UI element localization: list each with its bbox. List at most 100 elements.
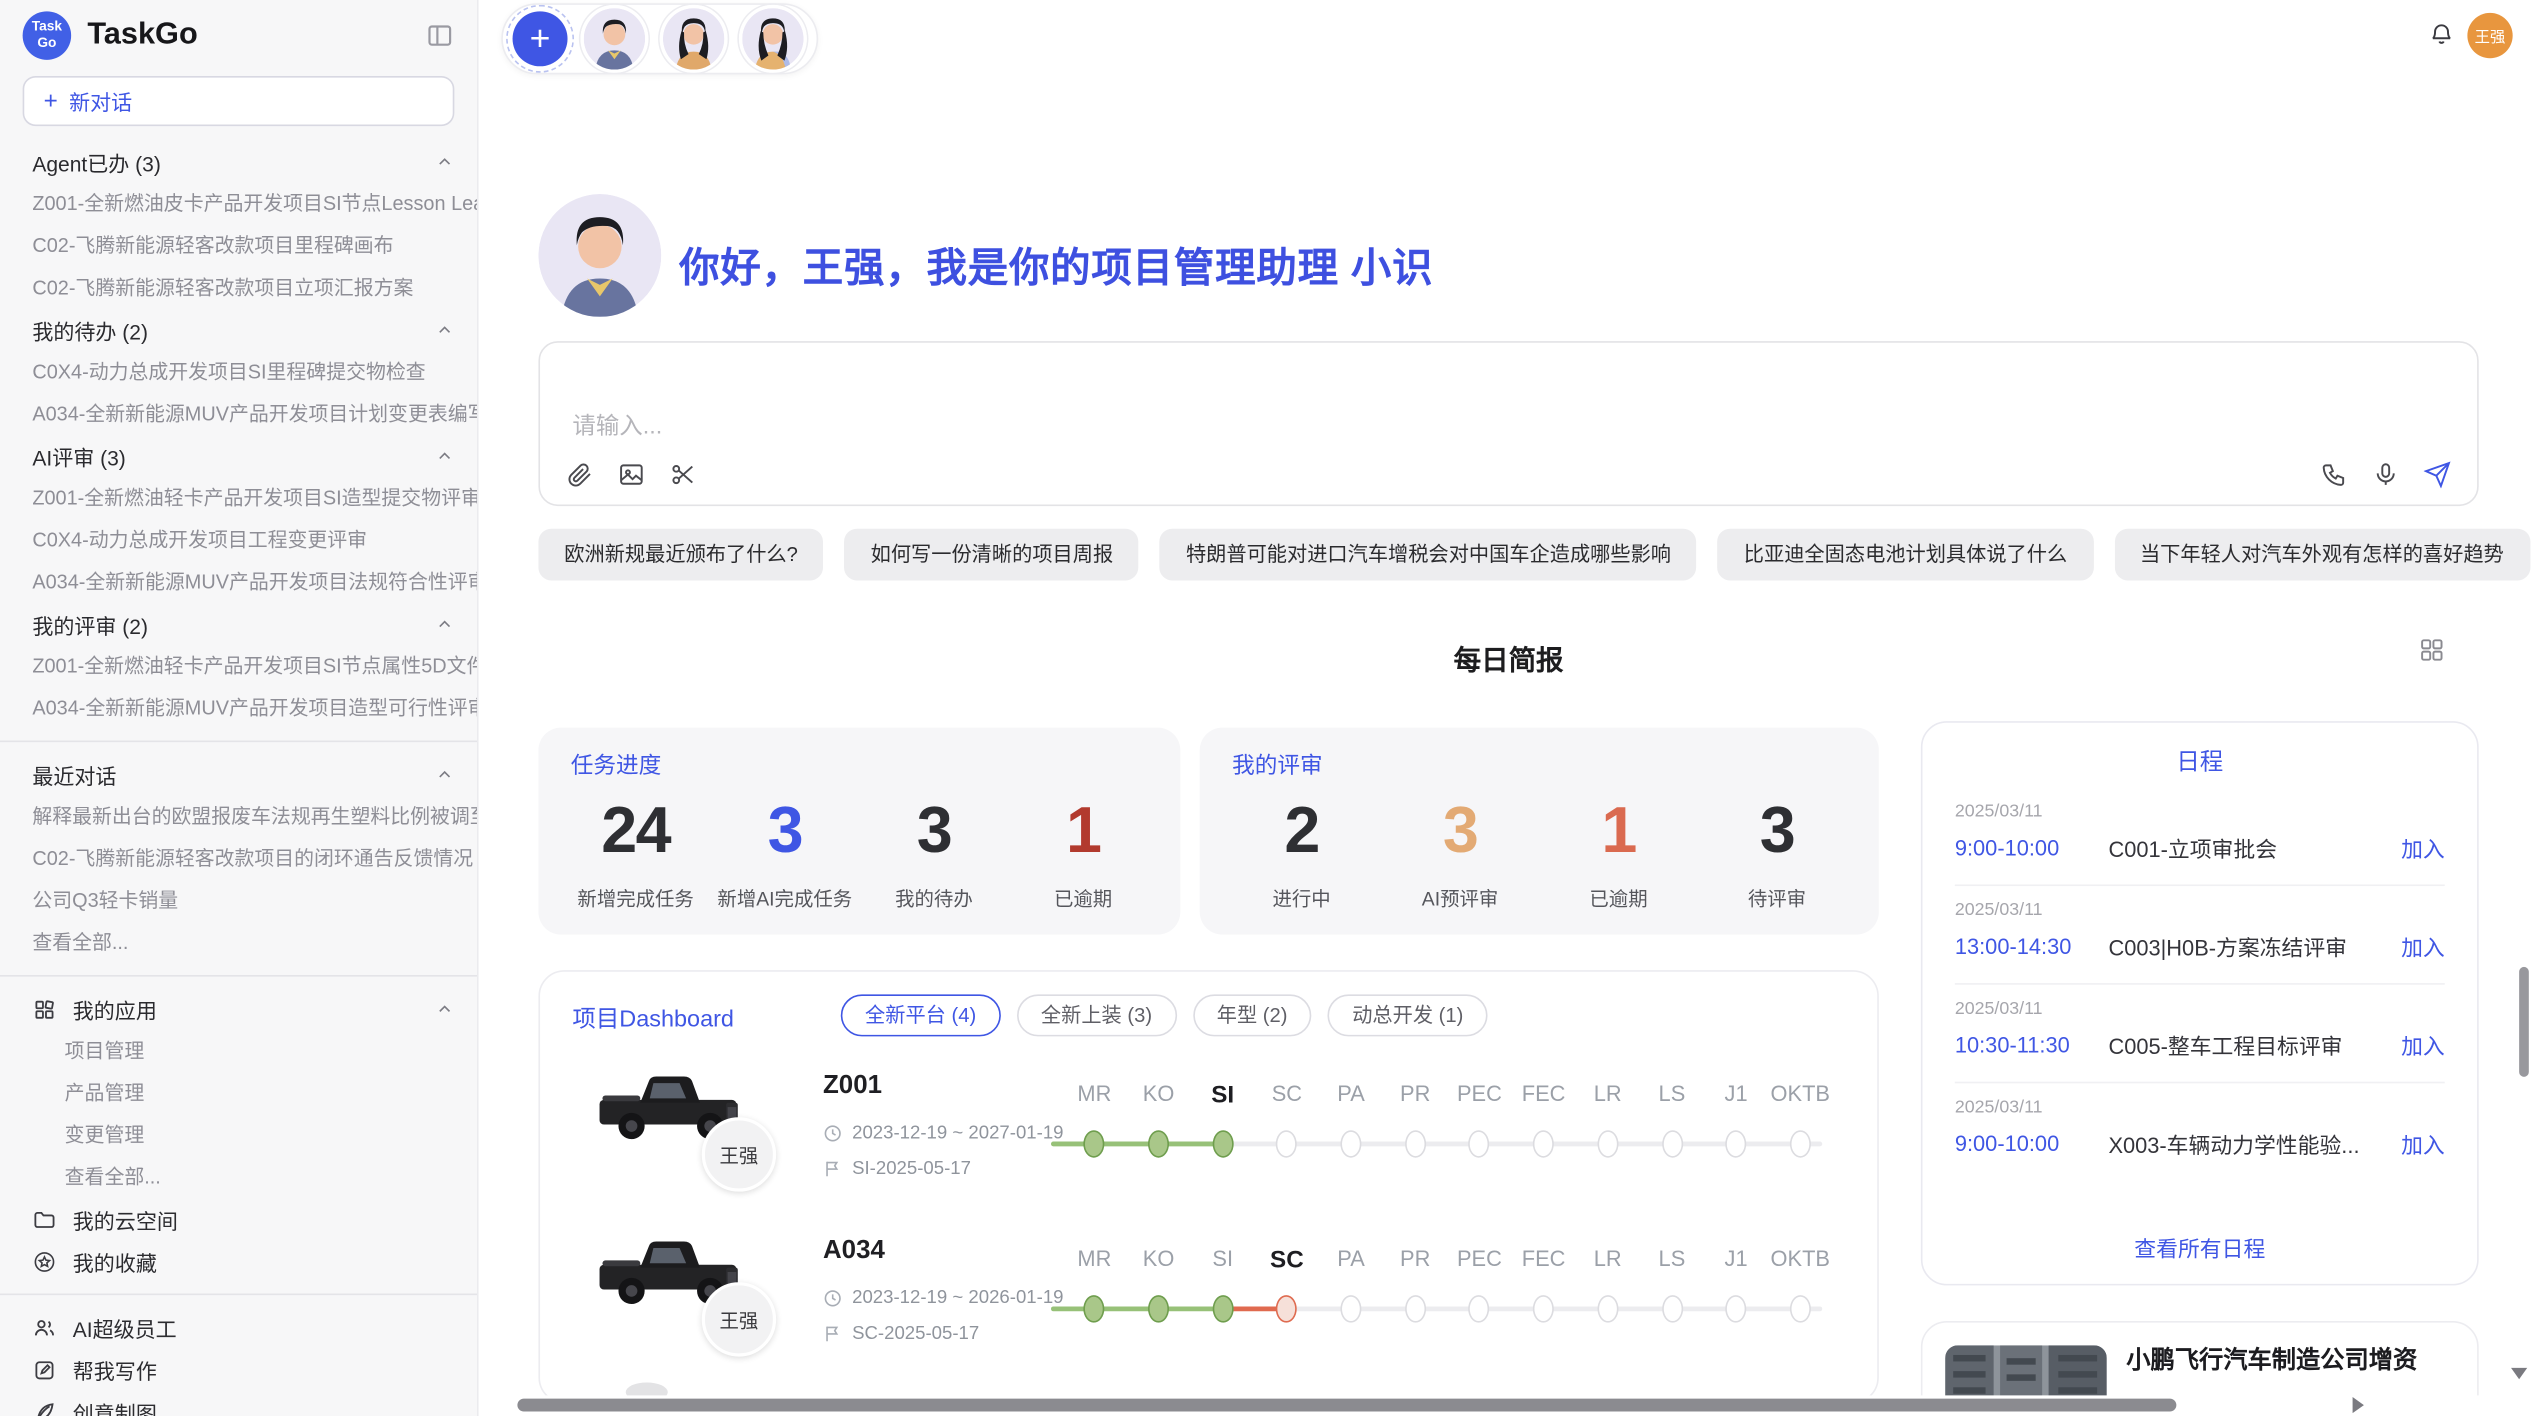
milestone-node[interactable] bbox=[1533, 1129, 1554, 1156]
chevron-up-icon[interactable] bbox=[435, 320, 454, 339]
dashboard-filter-chip[interactable]: 全新上装 (3) bbox=[1017, 994, 1177, 1036]
suggestion-chip[interactable]: 如何写一份清晰的项目周报 bbox=[845, 529, 1139, 581]
milestone-node[interactable] bbox=[1597, 1129, 1618, 1156]
join-link[interactable]: 加入 bbox=[2401, 831, 2445, 863]
sidebar-item[interactable]: C02-飞腾新能源轻客改款项目里程碑画布 bbox=[0, 225, 477, 267]
suggestion-chip[interactable]: 当下年轻人对汽车外观有怎样的喜好趋势 bbox=[2114, 529, 2530, 581]
join-link[interactable]: 加入 bbox=[2401, 1127, 2445, 1159]
layout-grid-icon[interactable] bbox=[2419, 637, 2445, 663]
sidebar-section-header[interactable]: 我的应用 bbox=[0, 988, 477, 1030]
vertical-scrollbar-thumb[interactable] bbox=[2519, 967, 2529, 1077]
phone-icon[interactable] bbox=[2320, 461, 2347, 488]
sidebar-tool-item[interactable]: 帮我写作 bbox=[0, 1348, 477, 1390]
new-chat-button[interactable]: + 新对话 bbox=[23, 76, 455, 126]
milestone-node[interactable] bbox=[1790, 1129, 1811, 1156]
milestone-node[interactable] bbox=[1661, 1294, 1682, 1321]
suggestion-chip[interactable]: 比亚迪全固态电池计划具体说了什么 bbox=[1718, 529, 2093, 581]
paperclip-icon[interactable] bbox=[566, 461, 593, 488]
send-icon[interactable] bbox=[2424, 461, 2451, 488]
sidebar-item[interactable]: A034-全新新能源MUV产品开发项目法规符合性评审 bbox=[0, 561, 477, 603]
milestone-cell bbox=[1319, 1292, 1383, 1324]
sidebar-tool-item[interactable]: 创意制图 bbox=[0, 1391, 477, 1416]
milestone-node[interactable] bbox=[1469, 1294, 1490, 1321]
stat: 2进行中 bbox=[1222, 799, 1380, 912]
milestone-node[interactable] bbox=[1148, 1294, 1169, 1321]
milestone-node[interactable] bbox=[1405, 1294, 1426, 1321]
scissors-icon[interactable] bbox=[669, 461, 696, 488]
chevron-up-icon[interactable] bbox=[435, 446, 454, 465]
sidebar-item-folder[interactable]: 我的云空间 bbox=[0, 1198, 477, 1240]
sidebar-section-header[interactable]: 我的待办 (2) bbox=[0, 309, 477, 351]
agent-avatar[interactable] bbox=[739, 5, 807, 73]
message-input[interactable]: 请输入... bbox=[538, 341, 2478, 506]
app-item[interactable]: 项目管理 bbox=[0, 1030, 477, 1072]
suggestion-chip[interactable]: 欧洲新规最近颁布了什么? bbox=[538, 529, 823, 581]
sidebar-section-header[interactable]: AI评审 (3) bbox=[0, 435, 477, 477]
dashboard-filter-chip[interactable]: 年型 (2) bbox=[1193, 994, 1312, 1036]
add-conversation-button[interactable]: + bbox=[513, 11, 568, 66]
milestone-node[interactable] bbox=[1790, 1294, 1811, 1321]
recent-conversation-item[interactable]: 解释最新出台的欧盟报废车法规再生塑料比例被调至15%... bbox=[0, 796, 477, 838]
chevron-up-icon[interactable] bbox=[435, 152, 454, 171]
milestone-node[interactable] bbox=[1212, 1294, 1233, 1321]
sidebar-item[interactable]: C0X4-动力总成开发项目工程变更评审 bbox=[0, 519, 477, 561]
milestone-node[interactable] bbox=[1084, 1294, 1105, 1321]
chevron-up-icon[interactable] bbox=[435, 765, 454, 784]
agent-avatar[interactable] bbox=[580, 5, 648, 73]
image-icon[interactable] bbox=[618, 461, 645, 488]
sidebar-item[interactable]: C02-飞腾新能源轻客改款项目立项汇报方案 bbox=[0, 267, 477, 309]
suggestion-chip[interactable]: 特朗普可能对进口汽车增税会对中国车企造成哪些影响 bbox=[1160, 529, 1697, 581]
sidebar-item[interactable]: Z001-全新燃油皮卡产品开发项目SI节点Lesson Learn报告 bbox=[0, 183, 477, 225]
horizontal-scrollbar[interactable] bbox=[511, 1395, 2532, 1416]
stat-value: 3 bbox=[859, 799, 1008, 864]
sidebar-section-header[interactable]: 最近对话 bbox=[0, 753, 477, 795]
sidebar-item-star[interactable]: 我的收藏 bbox=[0, 1240, 477, 1282]
plus-icon: + bbox=[44, 87, 58, 114]
milestone-node[interactable] bbox=[1341, 1294, 1362, 1321]
milestone-node[interactable] bbox=[1084, 1129, 1105, 1156]
app-item[interactable]: 产品管理 bbox=[0, 1072, 477, 1114]
sidebar-collapse-icon[interactable] bbox=[425, 21, 454, 50]
agent-avatar[interactable] bbox=[660, 5, 728, 73]
sidebar-item[interactable]: A034-全新新能源MUV产品开发项目造型可行性评审 bbox=[0, 687, 477, 729]
milestone-node[interactable] bbox=[1597, 1294, 1618, 1321]
my-review-card: 我的评审 2进行中3AI预评审1已逾期3待评审 bbox=[1200, 728, 1879, 935]
app-item[interactable]: 变更管理 bbox=[0, 1114, 477, 1156]
app-item[interactable]: 查看全部... bbox=[0, 1156, 477, 1198]
recent-conversation-item[interactable]: C02-飞腾新能源轻客改款项目的闭环通告反馈情况 bbox=[0, 838, 477, 880]
sidebar-section-header[interactable]: Agent已办 (3) bbox=[0, 141, 477, 183]
chevron-up-icon[interactable] bbox=[435, 614, 454, 633]
milestone-node[interactable] bbox=[1276, 1294, 1297, 1321]
hscroll-thumb[interactable] bbox=[517, 1399, 2176, 1412]
user-avatar[interactable]: 王强 bbox=[2467, 13, 2512, 58]
vscroll-down-arrow-icon[interactable] bbox=[2511, 1368, 2527, 1379]
milestone-node[interactable] bbox=[1276, 1129, 1297, 1156]
notification-bell-icon[interactable] bbox=[2429, 21, 2455, 47]
recent-conversation-item[interactable]: 查看全部... bbox=[0, 922, 477, 964]
chevron-up-icon[interactable] bbox=[435, 999, 454, 1018]
milestone-label: LR bbox=[1576, 1247, 1640, 1274]
milestone-node[interactable] bbox=[1469, 1129, 1490, 1156]
sidebar-item[interactable]: Z001-全新燃油轻卡产品开发项目SI节点属性5D文件评审 bbox=[0, 645, 477, 687]
sidebar-item[interactable]: Z001-全新燃油轻卡产品开发项目SI造型提交物评审 bbox=[0, 477, 477, 519]
milestone-node[interactable] bbox=[1341, 1129, 1362, 1156]
milestone-node[interactable] bbox=[1661, 1129, 1682, 1156]
sidebar-item[interactable]: C0X4-动力总成开发项目SI里程碑提交物检查 bbox=[0, 351, 477, 393]
milestone-node[interactable] bbox=[1148, 1129, 1169, 1156]
dashboard-filter-chip[interactable]: 全新平台 (4) bbox=[841, 994, 1001, 1036]
view-all-schedule-link[interactable]: 查看所有日程 bbox=[1922, 1230, 2477, 1262]
sidebar-section-header[interactable]: 我的评审 (2) bbox=[0, 603, 477, 645]
mic-icon[interactable] bbox=[2372, 461, 2399, 488]
sidebar-tool-item[interactable]: AI超级员工 bbox=[0, 1306, 477, 1348]
milestone-node[interactable] bbox=[1726, 1294, 1747, 1321]
dashboard-filter-chip[interactable]: 动总开发 (1) bbox=[1328, 994, 1488, 1036]
join-link[interactable]: 加入 bbox=[2401, 930, 2445, 962]
milestone-node[interactable] bbox=[1405, 1129, 1426, 1156]
recent-conversation-item[interactable]: 公司Q3轻卡销量 bbox=[0, 880, 477, 922]
hscroll-right-arrow-icon[interactable] bbox=[2353, 1397, 2364, 1413]
milestone-node[interactable] bbox=[1726, 1129, 1747, 1156]
milestone-node[interactable] bbox=[1533, 1294, 1554, 1321]
milestone-node[interactable] bbox=[1212, 1129, 1233, 1156]
join-link[interactable]: 加入 bbox=[2401, 1028, 2445, 1060]
sidebar-item[interactable]: A034-全新新能源MUV产品开发项目计划变更表编写 bbox=[0, 393, 477, 435]
